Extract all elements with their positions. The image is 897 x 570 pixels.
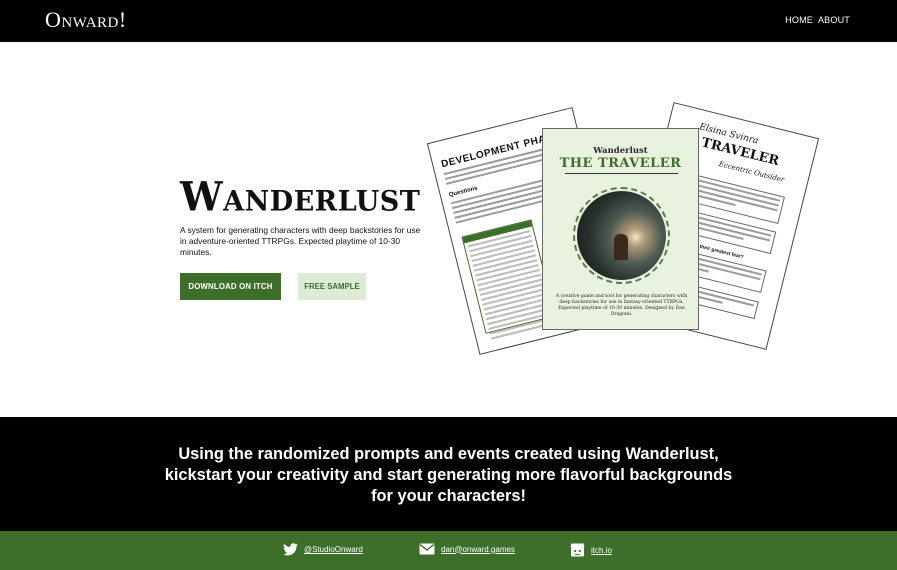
envelope-icon xyxy=(419,543,435,555)
twitter-icon xyxy=(283,543,298,556)
main-nav: HOME ABOUT xyxy=(785,15,850,25)
tagline-text: Using the randomized prompts and events … xyxy=(164,445,733,505)
tagline-section: Using the randomized prompts and events … xyxy=(0,417,897,531)
download-on-itch-button[interactable]: DOWNLOAD ON ITCH xyxy=(180,273,281,300)
email-link[interactable]: dan@onward.games xyxy=(419,543,515,555)
top-navbar: Onward! HOME ABOUT xyxy=(0,0,897,42)
site-logo[interactable]: Onward! xyxy=(45,7,127,33)
footer: @StudioOnward dan@onward.games itch.io xyxy=(0,531,897,570)
twitter-link[interactable]: @StudioOnward xyxy=(283,543,363,556)
itch-io-label[interactable]: itch.io xyxy=(591,546,612,555)
itch-link[interactable]: itch.io xyxy=(570,543,612,557)
nav-home-link[interactable]: HOME xyxy=(785,15,813,25)
itch-io-icon xyxy=(570,543,585,557)
twitter-handle[interactable]: @StudioOnward xyxy=(304,545,363,554)
free-sample-button[interactable]: FREE SAMPLE xyxy=(298,273,366,300)
product-title: Wanderlust xyxy=(180,172,421,221)
hero-section: Wanderlust A system for generating chara… xyxy=(0,42,897,417)
cover-title: THE TRAVELER xyxy=(559,156,682,171)
cover-series: Wanderlust xyxy=(593,146,648,156)
cover-blurb: A creative game and tool for generating … xyxy=(555,294,688,317)
product-description: A system for generating characters with … xyxy=(180,225,421,257)
email-address[interactable]: dan@onward.games xyxy=(441,545,515,554)
traveler-figure xyxy=(614,234,628,260)
preview-page-cover: Wanderlust THE TRAVELER A creative game … xyxy=(542,128,699,330)
nav-about-link[interactable]: ABOUT xyxy=(818,15,850,25)
cover-divider xyxy=(565,173,678,174)
